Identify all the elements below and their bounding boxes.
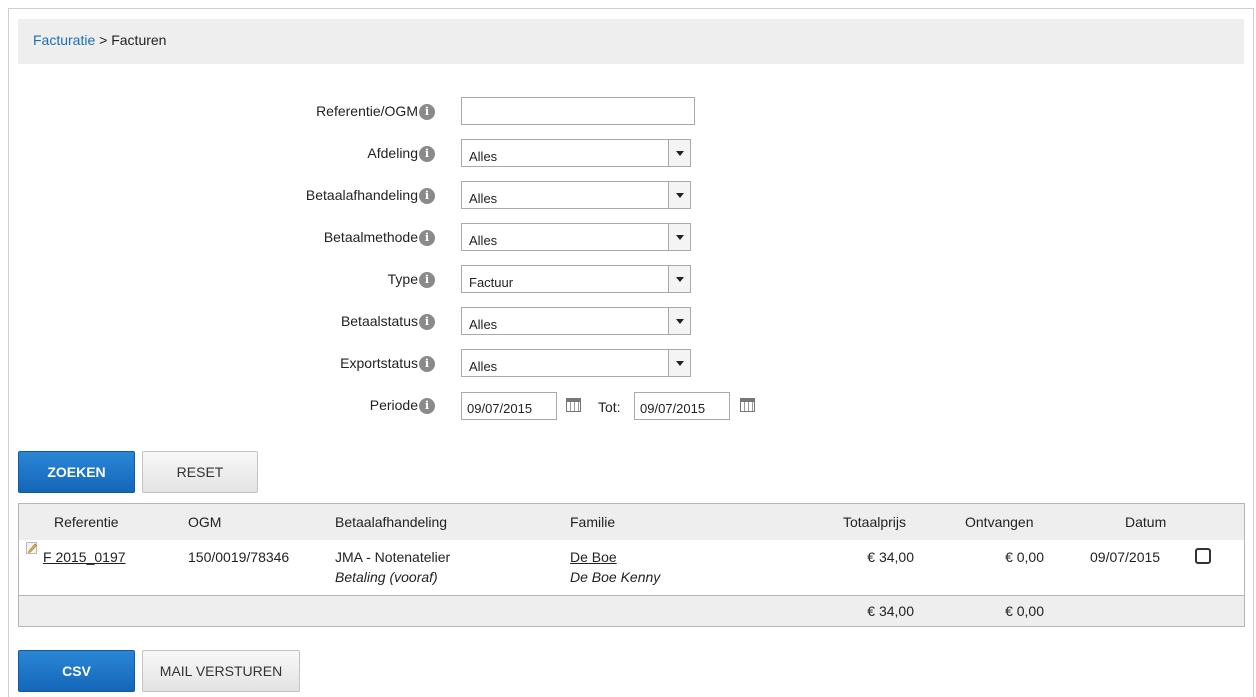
periode-from-input[interactable]: 09/07/2015	[461, 392, 557, 420]
filter-row-referentie: Referentie/OGM i	[0, 97, 1256, 125]
breadcrumb: Facturatie > Facturen	[18, 19, 1244, 64]
col-header-referentie: Referentie	[54, 514, 119, 530]
afdeling-select[interactable]: Alles	[461, 139, 691, 167]
info-icon[interactable]: i	[419, 314, 435, 330]
filter-row-periode: Periode i 09/07/2015 Tot: 09/07/2015	[0, 391, 1256, 420]
filter-label-periode: Periode	[369, 397, 418, 413]
col-header-ogm: OGM	[188, 514, 222, 530]
filter-row-type: Type i Factuur	[0, 265, 1256, 293]
search-button[interactable]: ZOEKEN	[18, 451, 135, 493]
info-icon[interactable]: i	[419, 356, 435, 372]
info-icon[interactable]: i	[419, 398, 435, 414]
cell-betaalafhandeling-sub: Betaling (vooraf)	[335, 569, 438, 585]
exportstatus-select[interactable]: Alles	[461, 349, 691, 377]
referentie-input[interactable]	[461, 97, 695, 125]
total-ontvangen: € 0,00	[1005, 603, 1044, 619]
table-header: Referentie OGM Betaalafhandeling Familie…	[19, 504, 1244, 540]
breadcrumb-link-facturatie[interactable]: Facturatie	[33, 32, 95, 48]
send-mail-button[interactable]: MAIL VERSTUREN	[142, 650, 300, 692]
row-select-checkbox[interactable]	[1195, 548, 1211, 564]
info-icon[interactable]: i	[419, 230, 435, 246]
betaalstatus-select-value: Alles	[469, 317, 498, 332]
invoice-reference-link[interactable]: F 2015_0197	[43, 549, 126, 565]
filter-label-betaalmethode: Betaalmethode	[323, 229, 418, 245]
col-header-ontvangen: Ontvangen	[965, 514, 1034, 530]
betaalmethode-select[interactable]: Alles	[461, 223, 691, 251]
periode-to-input[interactable]: 09/07/2015	[634, 392, 730, 420]
info-icon[interactable]: i	[419, 272, 435, 288]
filter-row-exportstatus: Exportstatus i Alles	[0, 349, 1256, 377]
cell-betaalafhandeling: JMA - Notenatelier	[335, 549, 451, 565]
afdeling-select-value: Alles	[469, 149, 498, 164]
chevron-down-icon[interactable]	[668, 266, 690, 292]
csv-button[interactable]: CSV	[18, 650, 135, 692]
breadcrumb-separator: >	[95, 32, 112, 48]
calendar-icon[interactable]	[566, 398, 581, 412]
chevron-down-icon[interactable]	[668, 224, 690, 250]
reset-button[interactable]: RESET	[142, 451, 258, 493]
col-header-familie: Familie	[570, 514, 616, 530]
cell-ontvangen: € 0,00	[1005, 549, 1044, 565]
betaalafhandeling-select[interactable]: Alles	[461, 181, 691, 209]
cell-datum: 09/07/2015	[1090, 549, 1161, 565]
chevron-down-icon[interactable]	[668, 140, 690, 166]
periode-to-label: Tot:	[598, 399, 621, 415]
filter-row-betaalafhandeling: Betaalafhandeling i Alles	[0, 181, 1256, 209]
breadcrumb-current: Facturen	[111, 32, 167, 48]
filter-row-betaalstatus: Betaalstatus i Alles	[0, 307, 1256, 335]
cell-familie-sub: De Boe Kenny	[570, 569, 661, 585]
calendar-icon[interactable]	[740, 398, 755, 412]
info-icon[interactable]: i	[419, 188, 435, 204]
chevron-down-icon[interactable]	[668, 308, 690, 334]
filter-label-betaalstatus: Betaalstatus	[340, 313, 418, 329]
edit-icon[interactable]	[26, 541, 38, 554]
filter-label-referentie: Referentie/OGM	[316, 103, 418, 119]
col-header-datum: Datum	[1125, 514, 1167, 530]
exportstatus-select-value: Alles	[469, 359, 498, 374]
col-header-betaalafhandeling: Betaalafhandeling	[335, 514, 448, 530]
filter-row-afdeling: Afdeling i Alles	[0, 139, 1256, 167]
family-link[interactable]: De Boe	[570, 549, 617, 565]
results-table: Referentie OGM Betaalafhandeling Familie…	[18, 503, 1245, 627]
betaalafhandeling-select-value: Alles	[469, 191, 498, 206]
info-icon[interactable]: i	[419, 146, 435, 162]
info-icon[interactable]: i	[419, 104, 435, 120]
type-select-value: Factuur	[469, 275, 514, 290]
col-header-totaalprijs: Totaalprijs	[843, 514, 907, 530]
filter-label-betaalafhandeling: Betaalafhandeling	[305, 187, 418, 203]
cell-ogm: 150/0019/78346	[188, 549, 290, 565]
table-totals: € 34,00 € 0,00	[19, 595, 1244, 626]
filter-label-type: Type	[387, 271, 418, 287]
type-select[interactable]: Factuur	[461, 265, 691, 293]
betaalstatus-select[interactable]: Alles	[461, 307, 691, 335]
total-totaalprijs: € 34,00	[867, 603, 914, 619]
filter-row-betaalmethode: Betaalmethode i Alles	[0, 223, 1256, 251]
betaalmethode-select-value: Alles	[469, 233, 498, 248]
filter-label-exportstatus: Exportstatus	[340, 355, 418, 371]
filter-label-afdeling: Afdeling	[367, 145, 418, 161]
chevron-down-icon[interactable]	[668, 182, 690, 208]
cell-totaalprijs: € 34,00	[867, 549, 914, 565]
chevron-down-icon[interactable]	[668, 350, 690, 376]
